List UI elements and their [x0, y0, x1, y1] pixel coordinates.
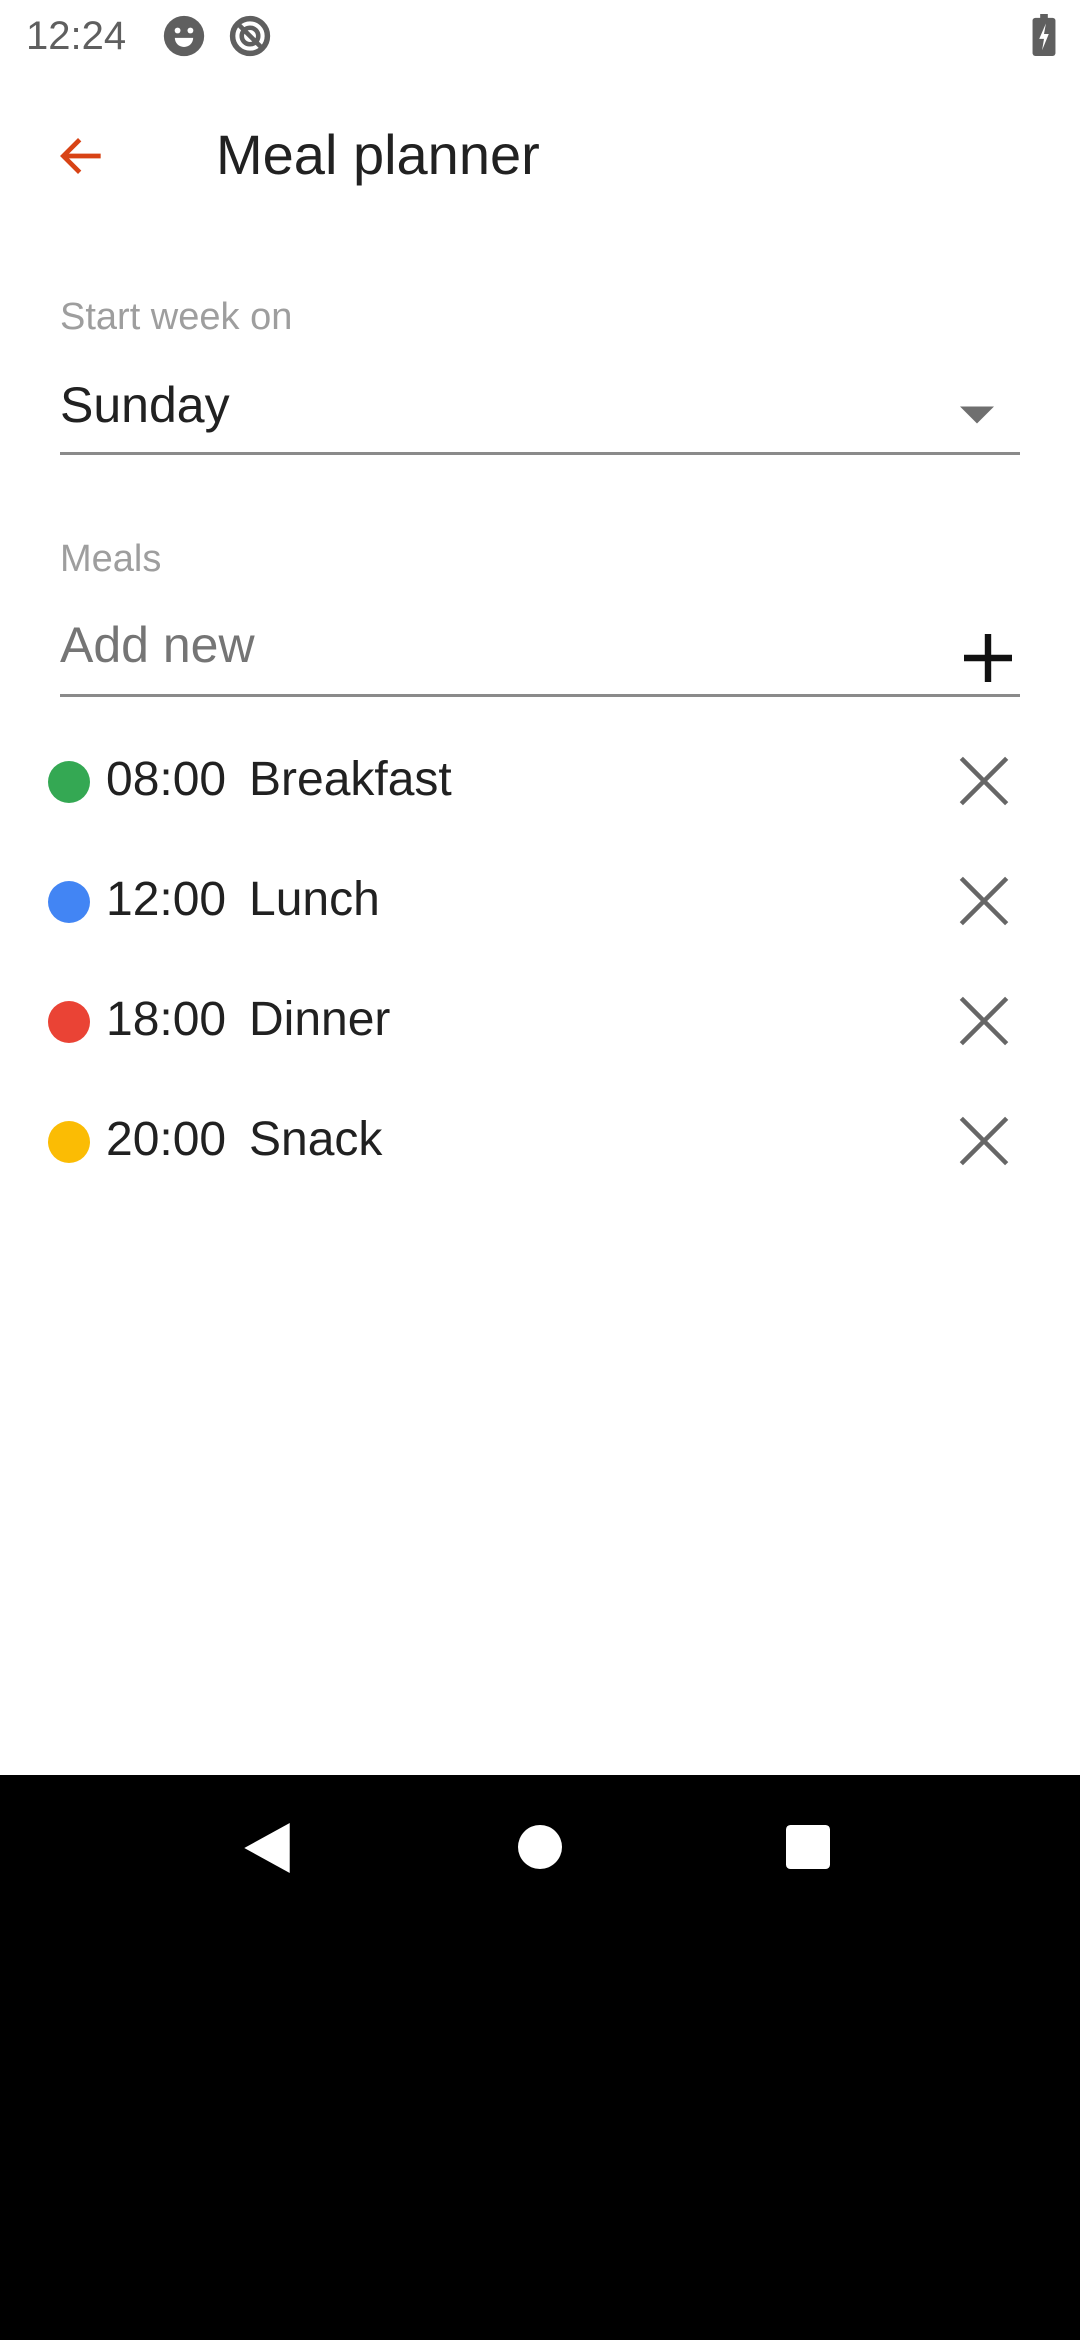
no-sync-icon	[229, 15, 271, 57]
meal-name[interactable]: Snack	[249, 1112, 382, 1167]
delete-meal-icon[interactable]	[950, 1107, 1018, 1175]
start-week-dropdown[interactable]: Sunday	[60, 377, 1020, 455]
nav-recents-icon[interactable]	[786, 1825, 830, 1869]
meal-name[interactable]: Lunch	[249, 872, 380, 927]
meal-color-dot	[48, 881, 90, 923]
meal-color-dot	[48, 1121, 90, 1163]
delete-meal-icon[interactable]	[950, 987, 1018, 1055]
meal-time[interactable]: 20:00	[106, 1112, 226, 1167]
meal-row[interactable]: 20:00 Snack	[0, 1082, 1080, 1202]
add-meal-input[interactable]	[60, 616, 860, 674]
delete-meal-icon[interactable]	[950, 747, 1018, 815]
meal-time[interactable]: 18:00	[106, 992, 226, 1047]
start-week-value: Sunday	[60, 377, 230, 433]
nav-back-icon[interactable]	[244, 1823, 290, 1873]
meal-time[interactable]: 12:00	[106, 872, 226, 927]
meal-color-dot	[48, 761, 90, 803]
face-icon	[163, 15, 205, 57]
meal-row[interactable]: 08:00 Breakfast	[0, 722, 1080, 842]
delete-meal-icon[interactable]	[950, 867, 1018, 935]
dropdown-arrow-icon	[960, 406, 994, 424]
meal-color-dot	[48, 1001, 90, 1043]
meal-time[interactable]: 08:00	[106, 752, 226, 807]
start-week-label: Start week on	[60, 296, 293, 338]
navigation-bar	[0, 1775, 1080, 2340]
meal-name[interactable]: Breakfast	[249, 752, 452, 807]
nav-home-icon[interactable]	[518, 1825, 562, 1869]
meal-row[interactable]: 18:00 Dinner	[0, 962, 1080, 1082]
page-title: Meal planner	[216, 123, 540, 186]
add-plus-icon[interactable]	[956, 626, 1020, 690]
back-arrow-icon[interactable]	[52, 128, 112, 184]
status-time: 12:24	[26, 14, 127, 58]
meal-row[interactable]: 12:00 Lunch	[0, 842, 1080, 962]
meals-label: Meals	[60, 538, 162, 580]
meal-name[interactable]: Dinner	[249, 992, 390, 1047]
add-meal-field	[60, 616, 1020, 697]
battery-charging-icon	[1032, 14, 1056, 56]
